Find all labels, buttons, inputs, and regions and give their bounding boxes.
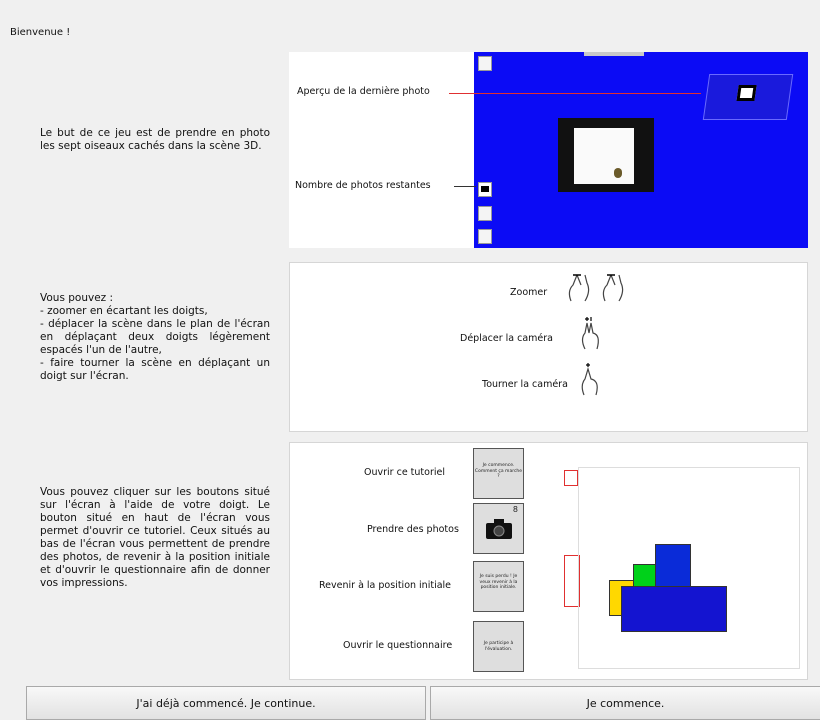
section3-description: Vous pouvez cliquer sur les boutons situ… [40,486,270,589]
start-button[interactable]: Je commence. [430,686,820,720]
tutorial-button[interactable] [478,56,492,71]
tutorial-label: Ouvrir ce tutoriel [364,467,445,478]
survey-button-preview: Je participe à l'évaluation. [473,621,524,672]
remaining-photos-label: Nombre de photos restantes [295,180,431,191]
reset-button[interactable] [478,206,492,221]
scene-thumbnail [578,467,800,669]
survey-button[interactable] [478,229,492,244]
scene-3d-view [474,52,808,248]
tutorial-button-preview: Je commence. Comment ça marche ? [473,448,524,499]
camera-icon [485,519,512,539]
rotate-camera-label: Tourner la caméra [482,379,568,390]
camera-button[interactable] [478,182,492,197]
buttons-panel: Ouvrir ce tutoriel Je commence. Comment … [289,442,808,680]
survey-label: Ouvrir le questionnaire [343,640,453,651]
one-finger-drag-icon [581,363,598,396]
top-bar-fragment [584,52,644,56]
section2-description: Vous pouvez : - zoomer en écartant les d… [40,292,270,382]
bird-icon [614,168,622,178]
reset-button-preview: Je suis perdu ! Je veux revenir à la pos… [473,561,524,612]
gestures-panel: Zoomer Déplacer la caméra Tourner la cam… [289,262,808,432]
camera-icon [481,186,489,192]
preview-label: Aperçu de la dernière photo [297,86,430,97]
photo-button-preview: 8 [473,503,524,554]
photo-frame [558,118,654,192]
section1-description: Le but de ce jeu est de prendre en photo… [40,127,270,152]
scene-preview-panel: Aperçu de la dernière photo Nombre de ph… [289,52,808,248]
reset-label: Revenir à la position initiale [319,580,452,591]
zoom-label: Zoomer [510,287,548,298]
move-camera-label: Déplacer la caméra [460,333,553,344]
tutorial-highlight [564,470,578,486]
continue-button[interactable]: J'ai déjà commencé. Je continue. [26,686,426,720]
two-finger-drag-icon [581,317,599,350]
welcome-title: Bienvenue ! [10,27,71,38]
pinch-zoom-icon [568,274,624,302]
photos-label: Prendre des photos [367,524,459,535]
last-photo-preview [702,74,794,120]
